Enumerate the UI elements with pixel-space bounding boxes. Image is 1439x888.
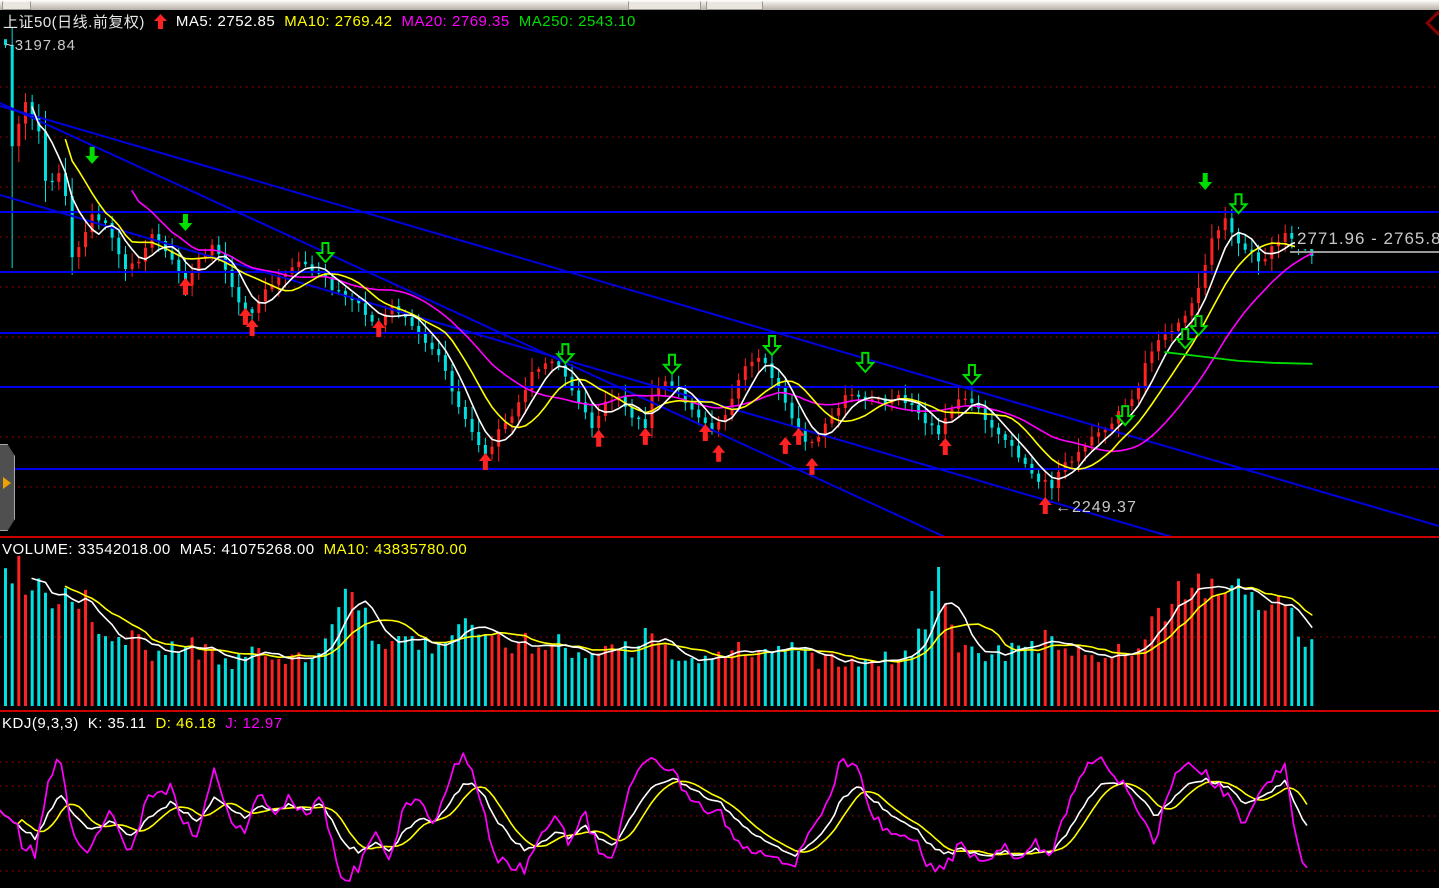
scrollbar-segment[interactable] bbox=[2, 1, 31, 10]
volume-header: VOLUME: 33542018.00 MA5: 41075268.00 MA1… bbox=[2, 541, 467, 558]
ma250-value: MA250: 2543.10 bbox=[519, 13, 636, 30]
expand-arrow-icon bbox=[3, 477, 11, 489]
top-scrollbar-strip[interactable] bbox=[0, 0, 1439, 10]
ma20-value: MA20: 2769.35 bbox=[402, 13, 510, 30]
kdj-j-value: J: 12.97 bbox=[225, 715, 282, 732]
kdj-k-value: K: 35.11 bbox=[88, 715, 147, 732]
current-price-label: 2771.96 - 2765.8 bbox=[1295, 229, 1439, 249]
panel-expand-tab[interactable] bbox=[0, 444, 15, 531]
trading-app-window: 上证50(日线.前复权) MA5: 2752.85 MA10: 2769.42 … bbox=[0, 0, 1439, 888]
scrollbar-segment[interactable] bbox=[706, 1, 763, 10]
high-price-label: ~3197.84 bbox=[5, 37, 76, 54]
up-arrow-icon bbox=[154, 14, 167, 29]
volume-ma5-value: MA5: 41075268.00 bbox=[180, 541, 315, 558]
kdj-name: KDJ(9,3,3) bbox=[2, 715, 79, 732]
chart-canvas[interactable] bbox=[0, 0, 1439, 888]
low-price-label: ←2249.37 bbox=[1055, 499, 1137, 517]
volume-ma10-value: MA10: 43835780.00 bbox=[324, 541, 468, 558]
ma10-value: MA10: 2769.42 bbox=[284, 13, 392, 30]
kdj-header: KDJ(9,3,3) K: 35.11 D: 46.18 J: 12.97 bbox=[2, 715, 283, 732]
kdj-d-value: D: 46.18 bbox=[155, 715, 216, 732]
ma5-value: MA5: 2752.85 bbox=[176, 13, 275, 30]
main-chart-header: 上证50(日线.前复权) MA5: 2752.85 MA10: 2769.42 … bbox=[3, 11, 636, 32]
scrollbar-segment[interactable] bbox=[628, 1, 701, 10]
volume-value: VOLUME: 33542018.00 bbox=[2, 541, 171, 558]
symbol-title: 上证50(日线.前复权) bbox=[3, 11, 145, 32]
